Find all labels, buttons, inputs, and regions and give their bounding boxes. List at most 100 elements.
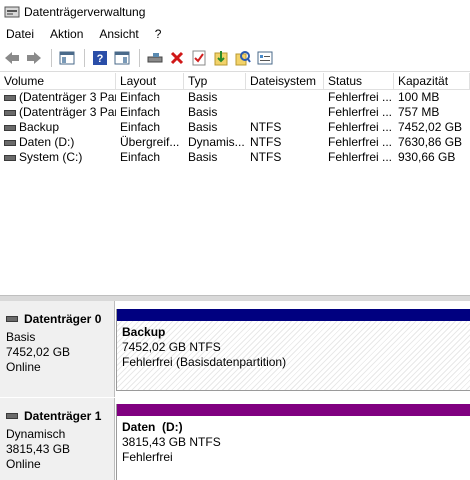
disk-1-size: 3815,43 GB [6, 442, 71, 456]
volume-status: Fehlerfrei ... [328, 90, 393, 104]
column-volume[interactable]: Volume [0, 73, 116, 89]
disk-0-name: Datenträger 0 [24, 312, 102, 326]
volume-capacity: 100 MB [398, 90, 440, 104]
volume-cell: System (C:) [0, 150, 116, 165]
partition-backup-body: Backup 7452,02 GB NTFS Fehlerfrei (Basis… [117, 321, 470, 391]
disk-0-label[interactable]: Datenträger 0 Basis 7452,02 GB Online [0, 301, 115, 397]
column-status[interactable]: Status [324, 73, 394, 89]
column-type[interactable]: Typ [184, 73, 246, 89]
volume-type: Basis [188, 105, 218, 119]
forward-arrow-icon [27, 51, 41, 64]
volume-type: Basis [188, 150, 218, 164]
volume-layout: Einfach [120, 120, 161, 134]
volume-type: Dynamis... [188, 135, 245, 149]
volume-filesystem: NTFS [250, 120, 282, 134]
menu-help[interactable]: ? [155, 27, 162, 41]
volume-row[interactable]: System (C:) Einfach Basis NTFS Fehlerfre… [0, 150, 470, 165]
checklist-button[interactable] [189, 48, 209, 68]
volume-drive-icon [4, 109, 16, 116]
import-button[interactable] [211, 48, 231, 68]
volume-row[interactable]: Daten (D:) Übergreif... Dynamis... NTFS … [0, 135, 470, 150]
title-bar: Datenträgerverwaltung [0, 0, 470, 24]
volume-layout: Einfach [120, 90, 161, 104]
disk-1-name: Datenträger 1 [24, 409, 102, 423]
partition-daten-bar [117, 404, 470, 416]
volume-capacity: 757 MB [398, 105, 440, 119]
search-button[interactable] [233, 48, 253, 68]
window-title: Datenträgerverwaltung [24, 5, 146, 19]
forward-button[interactable] [24, 48, 44, 68]
volume-cell: Daten (D:) [0, 135, 116, 150]
volume-layout: Übergreif... [120, 135, 180, 149]
console-tree-icon [59, 51, 75, 64]
toolbar-separator [51, 48, 52, 67]
volume-cell: Backup [0, 120, 116, 135]
help-button[interactable]: ? [90, 48, 110, 68]
volume-status: Fehlerfrei ... [328, 105, 393, 119]
column-layout[interactable]: Layout [116, 73, 184, 89]
volume-cell: (Datenträger 3 Par... [0, 105, 116, 120]
volume-name: Daten (D:) [19, 135, 75, 149]
volume-row[interactable]: Backup Einfach Basis NTFS Fehlerfrei ...… [0, 120, 470, 135]
volume-layout: Einfach [120, 150, 161, 164]
volume-filesystem: NTFS [250, 135, 282, 149]
connect-drive-icon [147, 52, 163, 62]
volume-name: (Datenträger 3 Par... [19, 90, 116, 104]
svg-text:?: ? [97, 53, 104, 65]
disk-0-type: Basis [6, 330, 36, 344]
menu-ansicht[interactable]: Ansicht [99, 27, 138, 41]
partition-daten[interactable]: Daten (D:) 3815,43 GB NTFS Fehlerfrei [116, 404, 470, 480]
volume-type: Basis [188, 120, 218, 134]
partition-daten-name: Daten (D:) [122, 420, 183, 434]
volume-name: (Datenträger 3 Par... [19, 105, 116, 119]
partition-daten-body: Daten (D:) 3815,43 GB NTFS Fehlerfrei [117, 416, 470, 480]
partition-backup-size: 7452,02 GB NTFS [122, 340, 221, 354]
help-icon: ? [93, 50, 107, 65]
menu-bar: Datei Aktion Ansicht ? [0, 24, 470, 44]
toolbar-separator [139, 48, 140, 67]
volume-drive-icon [4, 154, 16, 161]
window-icon [114, 51, 130, 64]
disk-1-label[interactable]: Datenträger 1 Dynamisch 3815,43 GB Onlin… [0, 398, 115, 480]
volume-capacity: 930,66 GB [398, 150, 456, 164]
menu-datei[interactable]: Datei [6, 27, 34, 41]
volume-status: Fehlerfrei ... [328, 150, 393, 164]
toolbar-separator [84, 48, 85, 67]
console-tree-button[interactable] [57, 48, 77, 68]
volume-status: Fehlerfrei ... [328, 135, 393, 149]
partition-backup[interactable]: Backup 7452,02 GB NTFS Fehlerfrei (Basis… [116, 309, 470, 391]
volume-type: Basis [188, 90, 218, 104]
column-capacity[interactable]: Kapazität [394, 73, 470, 89]
column-filesystem[interactable]: Dateisystem [246, 73, 324, 89]
properties-button[interactable] [255, 48, 275, 68]
back-button[interactable] [2, 48, 22, 68]
disk-0-state: Online [6, 360, 41, 374]
toolbar: ? [0, 44, 470, 72]
menu-aktion[interactable]: Aktion [50, 27, 83, 41]
partition-daten-size: 3815,43 GB NTFS [122, 435, 221, 449]
volume-filesystem: NTFS [250, 150, 282, 164]
volume-name: Backup [19, 120, 60, 134]
volume-drive-icon [4, 94, 16, 101]
volume-row[interactable]: (Datenträger 3 Par... Einfach Basis Fehl… [0, 105, 470, 120]
connect-drive-button[interactable] [145, 48, 165, 68]
volume-filesystem [246, 90, 324, 105]
volume-status: Fehlerfrei ... [328, 120, 393, 134]
volume-filesystem [246, 105, 324, 120]
disk-graphical-view: Datenträger 0 Basis 7452,02 GB Online Ba… [0, 301, 470, 480]
window-button[interactable] [112, 48, 132, 68]
disk-drive-icon [6, 413, 18, 419]
delete-button[interactable] [167, 48, 187, 68]
volume-list-header: Volume Layout Typ Dateisystem Status Kap… [0, 73, 470, 90]
delete-icon [170, 51, 184, 64]
volume-capacity: 7452,02 GB [398, 120, 463, 134]
volume-row[interactable]: (Datenträger 3 Par... Einfach Basis Fehl… [0, 90, 470, 105]
back-arrow-icon [5, 51, 19, 64]
partition-daten-status: Fehlerfrei [122, 450, 173, 464]
disk-1-name-row: Datenträger 1 [6, 409, 114, 423]
volume-list: Volume Layout Typ Dateisystem Status Kap… [0, 73, 470, 295]
checklist-icon [192, 50, 206, 65]
volume-drive-icon [4, 139, 16, 146]
partition-backup-bar [117, 309, 470, 321]
disk-drive-icon [6, 316, 18, 322]
